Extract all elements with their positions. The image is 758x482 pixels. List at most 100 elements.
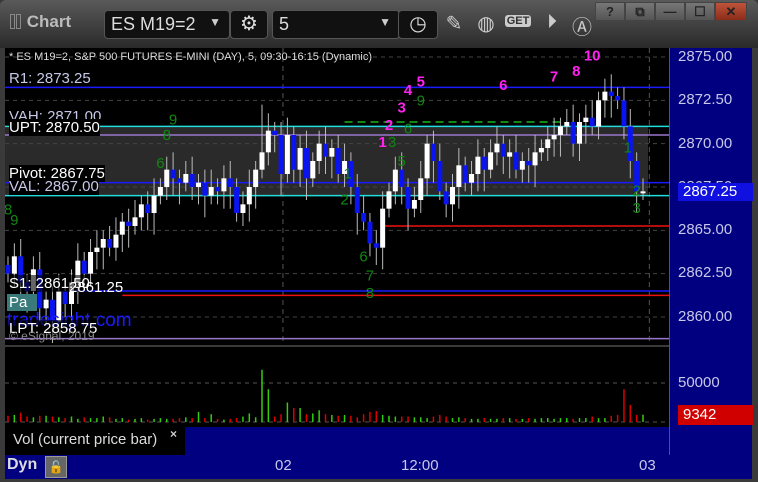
candle	[253, 169, 259, 187]
r1-label: R1: 2873.25	[9, 70, 91, 87]
s2-label: 2861.25	[69, 279, 124, 296]
signal-label: 1	[624, 139, 632, 156]
window-controls: ? ⧉ — ☐ ✕	[595, 2, 747, 22]
symbol-dropdown[interactable]: ES M19=2 ▼	[104, 10, 230, 39]
candle	[469, 173, 475, 183]
alert-icon[interactable]: Ⓐ	[568, 11, 596, 40]
price-axis[interactable]: 2875.00 2872.50 2870.00 2867.50 2865.00 …	[669, 48, 753, 455]
pa-badge: Pa	[7, 294, 37, 311]
candle	[329, 147, 335, 157]
candle	[602, 91, 608, 101]
restore-menu-button[interactable]: ⧉	[625, 2, 655, 21]
candle	[227, 178, 233, 187]
help-button[interactable]: ?	[595, 2, 625, 21]
signal-label: 4	[404, 82, 413, 99]
time-label: 03	[639, 457, 656, 474]
signal-label: 8	[572, 63, 580, 80]
chart-header: * ES M19=2, S&P 500 FUTURES E-MINI (DAY)…	[9, 51, 373, 63]
lock-icon[interactable]: 🔓	[45, 456, 67, 478]
candle	[583, 117, 589, 122]
upt-label: UPT: 2870.50	[9, 119, 100, 136]
candle	[151, 195, 157, 213]
play-icon[interactable]: ⏵	[538, 11, 566, 34]
candle	[615, 95, 621, 101]
price-chart[interactable]: 1 2 3 4 5 6 7 8 10 8 9 6 8 9 2 1 6 7 8 3 5 6 9 1 2 3 * ES M19=2, …	[5, 48, 669, 345]
candle	[11, 256, 17, 274]
candle	[88, 251, 94, 274]
candle	[551, 134, 557, 140]
signal-label: 6	[404, 120, 412, 137]
candle	[500, 143, 506, 157]
candle	[132, 217, 138, 226]
candle	[475, 156, 481, 174]
signal-label: 6	[499, 77, 507, 94]
candle	[640, 191, 646, 194]
gear-icon[interactable]: ⚙	[230, 10, 268, 39]
signal-label: 6	[156, 155, 164, 172]
candle	[310, 160, 316, 179]
candle	[170, 169, 176, 179]
app-title-text: Chart	[26, 12, 72, 31]
minimize-button[interactable]: —	[655, 2, 685, 21]
signal-label: 10	[584, 48, 601, 64]
candle	[411, 199, 417, 209]
candle	[570, 121, 576, 144]
signal-label: 3	[388, 134, 396, 151]
interval-dropdown[interactable]: 5 ▼	[272, 10, 400, 39]
candle	[265, 130, 271, 153]
candle	[392, 169, 398, 192]
price-tick: 2870.00	[678, 135, 733, 152]
title-bar: Chart ES M19=2 ▼ ⚙ 5 ▼ ◷ ✎ ◍ GET ⏵ Ⓐ ? ⧉ —…	[0, 0, 758, 48]
candle	[240, 204, 246, 213]
candle	[507, 152, 513, 157]
signal-label: 2	[632, 183, 640, 200]
candle	[246, 186, 252, 205]
candle	[519, 160, 525, 170]
candle	[462, 165, 468, 183]
signal-label: 9	[417, 93, 425, 110]
clock-icon[interactable]: ◷	[398, 10, 438, 39]
volume-label: Vol (current price bar)	[5, 427, 185, 455]
maximize-button[interactable]: ☐	[685, 2, 715, 21]
value-area-shading	[5, 126, 648, 196]
candle	[94, 247, 100, 252]
signal-label: 3	[398, 99, 406, 116]
candle	[437, 160, 443, 192]
signal-label: 1	[378, 134, 386, 151]
candle	[43, 299, 49, 309]
current-volume-badge: 9342	[678, 405, 753, 425]
candle	[373, 243, 379, 248]
candle	[589, 117, 595, 127]
signal-label: 9	[10, 212, 18, 229]
val-label: VAL: 2867.00	[9, 178, 99, 195]
candle	[291, 134, 297, 170]
close-icon[interactable]: ×	[170, 427, 177, 441]
candle	[208, 186, 214, 196]
candle	[488, 152, 494, 170]
study-icon[interactable]: ◍	[472, 11, 500, 36]
close-button[interactable]: ✕	[715, 2, 747, 21]
candle	[545, 139, 551, 148]
candle	[405, 186, 411, 209]
candle	[183, 173, 189, 183]
symbol-value: ES M19=2	[111, 14, 196, 34]
candle	[361, 212, 367, 222]
pencil-icon[interactable]: ✎	[440, 11, 468, 36]
volume-chart[interactable]	[5, 347, 669, 427]
candle	[5, 264, 11, 274]
interval-value: 5	[279, 14, 290, 34]
candle	[354, 186, 360, 213]
current-price-badge: 2867.25	[678, 183, 753, 201]
price-tick: 2875.00	[678, 48, 733, 65]
signal-label: 8	[366, 285, 374, 302]
volume-chart-svg	[5, 369, 669, 423]
candle	[608, 91, 614, 96]
candle	[513, 152, 519, 170]
signal-label: 2	[385, 117, 393, 134]
candle	[113, 234, 119, 248]
dynamic-label: Dyn	[7, 456, 38, 473]
copyright: © eSignal, 2019	[9, 329, 95, 343]
time-axis[interactable]: Dyn 🔓 02 12:00 03	[5, 455, 752, 479]
get-icon[interactable]: GET	[505, 15, 531, 27]
chevron-down-icon: ▼	[209, 15, 221, 29]
